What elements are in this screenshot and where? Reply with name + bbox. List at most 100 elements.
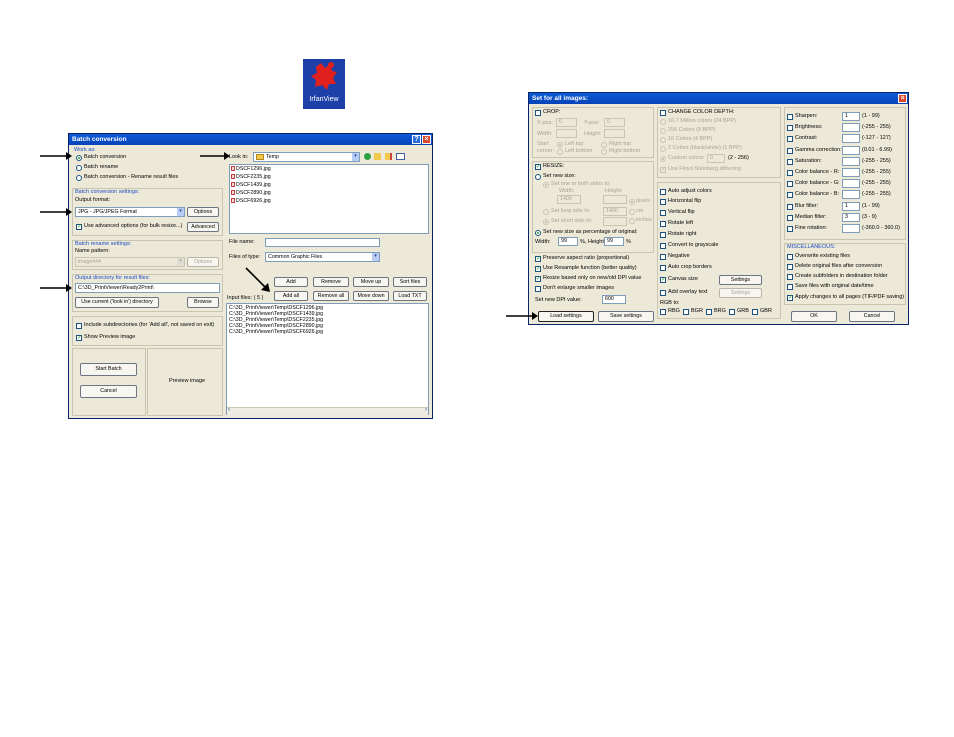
adjust-checkbox[interactable] xyxy=(787,170,793,176)
load-settings-button[interactable]: Load settings xyxy=(538,311,594,322)
adjust-checkbox[interactable] xyxy=(787,204,793,210)
resize-width-input[interactable]: 1400 xyxy=(557,195,581,204)
format-options-button[interactable]: Options xyxy=(187,207,219,217)
close-icon[interactable]: × xyxy=(898,94,907,103)
adjust-input[interactable] xyxy=(842,224,860,233)
radio-left-bottom[interactable] xyxy=(557,149,563,155)
files-of-type-select[interactable]: Common Graphic Files ▾ xyxy=(265,252,380,262)
rotate-left-checkbox[interactable] xyxy=(660,221,666,227)
rgb-brg-checkbox[interactable] xyxy=(706,309,712,315)
adjust-input[interactable] xyxy=(842,123,860,132)
canvas-settings-button[interactable]: Settings xyxy=(719,275,762,285)
color-depth-checkbox[interactable] xyxy=(660,110,666,116)
chevron-down-icon[interactable]: ▾ xyxy=(177,258,184,266)
scroll-right-icon[interactable]: › xyxy=(425,407,427,413)
crop-checkbox[interactable] xyxy=(535,110,541,116)
radio-batch-conversion[interactable] xyxy=(76,155,82,161)
crop-width-input[interactable] xyxy=(556,129,577,138)
radio-24bpp[interactable] xyxy=(660,119,666,125)
adjust-input[interactable]: 1 xyxy=(842,202,860,211)
adjust-input[interactable] xyxy=(842,179,860,188)
view-menu-icon[interactable] xyxy=(396,153,405,160)
file-item[interactable]: DSCF2235.jpg xyxy=(231,174,271,181)
xpos-input[interactable]: 0 xyxy=(556,118,577,127)
adjust-checkbox[interactable] xyxy=(787,125,793,131)
cancel-button[interactable]: Cancel xyxy=(80,385,137,398)
canvas-size-checkbox[interactable]: ✓ xyxy=(660,277,666,283)
overlay-text-checkbox[interactable] xyxy=(660,290,666,296)
preserve-aspect-checkbox[interactable]: ✓ xyxy=(535,256,541,262)
radio-set-short-side[interactable] xyxy=(543,219,549,225)
save-original-date-checkbox[interactable] xyxy=(787,284,793,290)
radio-conversion-rename[interactable] xyxy=(76,175,82,181)
rgb-gbr-checkbox[interactable] xyxy=(752,309,758,315)
adjust-input[interactable] xyxy=(842,134,860,143)
long-side-input[interactable]: 1400 xyxy=(603,207,627,216)
look-in-select[interactable]: Temp ▾ xyxy=(253,152,360,162)
auto-crop-checkbox[interactable] xyxy=(660,265,666,271)
close-icon[interactable]: × xyxy=(422,135,431,144)
adjust-input[interactable]: 3 xyxy=(842,213,860,222)
file-item[interactable]: DSCF6926.jpg xyxy=(231,198,271,205)
custom-colors-input[interactable]: 0 xyxy=(707,154,725,163)
pct-width-input[interactable]: 99 xyxy=(558,237,578,246)
radio-set-one-both[interactable] xyxy=(543,182,549,188)
adjust-input[interactable] xyxy=(842,157,860,166)
output-format-select[interactable]: JPG - JPG/JPEG Format ▾ xyxy=(75,207,185,217)
resize-checkbox[interactable]: ✓ xyxy=(535,164,541,170)
remove-all-button[interactable]: Remove all xyxy=(313,291,349,301)
radio-4bpp[interactable] xyxy=(660,137,666,143)
radio-right-top[interactable] xyxy=(601,142,607,148)
radio-set-long-side[interactable] xyxy=(543,209,549,215)
sort-files-button[interactable]: Sort files xyxy=(393,277,427,287)
input-file-item[interactable]: C:\3D_PrintViewer\Temp\DSCF6926.jpg xyxy=(229,329,323,336)
add-all-button[interactable]: Add all xyxy=(274,291,308,301)
new-folder-icon[interactable] xyxy=(385,153,392,160)
file-item[interactable]: DSCF2890.jpg xyxy=(231,190,271,197)
chevron-down-icon[interactable]: ▾ xyxy=(177,208,184,216)
name-pattern-input[interactable]: image### ▾ xyxy=(75,257,185,267)
rgb-grb-checkbox[interactable] xyxy=(729,309,735,315)
rotate-right-checkbox[interactable] xyxy=(660,232,666,238)
up-folder-icon[interactable] xyxy=(374,153,381,160)
dpi-based-checkbox[interactable]: ✓ xyxy=(535,276,541,282)
overlay-settings-button[interactable]: Settings xyxy=(719,288,762,298)
negative-checkbox[interactable] xyxy=(660,254,666,260)
cancel-settings-button[interactable]: Cancel xyxy=(849,311,895,322)
advanced-button[interactable]: Advanced xyxy=(187,222,219,232)
radio-batch-rename[interactable] xyxy=(76,165,82,171)
adjust-input[interactable] xyxy=(842,190,860,199)
adjust-input[interactable] xyxy=(842,168,860,177)
move-down-button[interactable]: Move down xyxy=(353,291,389,301)
file-item[interactable]: DSCF1439.jpg xyxy=(231,182,271,189)
radio-pixels[interactable] xyxy=(629,199,635,205)
output-dir-input[interactable]: C:\3D_PrintViewer\Ready2Print\ xyxy=(75,283,220,293)
adjust-checkbox[interactable] xyxy=(787,215,793,221)
horizontal-scrollbar[interactable]: ‹ › xyxy=(227,407,428,415)
adjust-input[interactable] xyxy=(842,146,860,155)
delete-originals-checkbox[interactable] xyxy=(787,264,793,270)
adjust-checkbox[interactable] xyxy=(787,181,793,187)
adjust-checkbox[interactable] xyxy=(787,148,793,154)
radio-8bpp[interactable] xyxy=(660,128,666,134)
move-up-button[interactable]: Move up xyxy=(353,277,389,287)
chevron-down-icon[interactable]: ▾ xyxy=(372,253,379,261)
adjust-checkbox[interactable] xyxy=(787,192,793,198)
vertical-flip-checkbox[interactable] xyxy=(660,210,666,216)
back-icon[interactable] xyxy=(364,153,371,160)
file-item[interactable]: DSCF1296.jpg xyxy=(231,166,271,173)
radio-set-new-size[interactable] xyxy=(535,174,541,180)
adjust-checkbox[interactable] xyxy=(787,136,793,142)
short-side-input[interactable] xyxy=(603,217,627,226)
rgb-rbg-checkbox[interactable] xyxy=(660,309,666,315)
ypos-input[interactable]: 0 xyxy=(604,118,625,127)
rename-options-button[interactable]: Options xyxy=(187,257,219,267)
browse-button[interactable]: Browse xyxy=(187,297,219,308)
radio-right-bottom[interactable] xyxy=(601,149,607,155)
apply-all-pages-checkbox[interactable]: ✓ xyxy=(787,295,793,301)
chevron-down-icon[interactable]: ▾ xyxy=(352,153,359,161)
save-settings-button[interactable]: Save settings xyxy=(598,311,654,322)
rgb-bgr-checkbox[interactable] xyxy=(683,309,689,315)
radio-1bpp[interactable] xyxy=(660,146,666,152)
horizontal-flip-checkbox[interactable] xyxy=(660,199,666,205)
